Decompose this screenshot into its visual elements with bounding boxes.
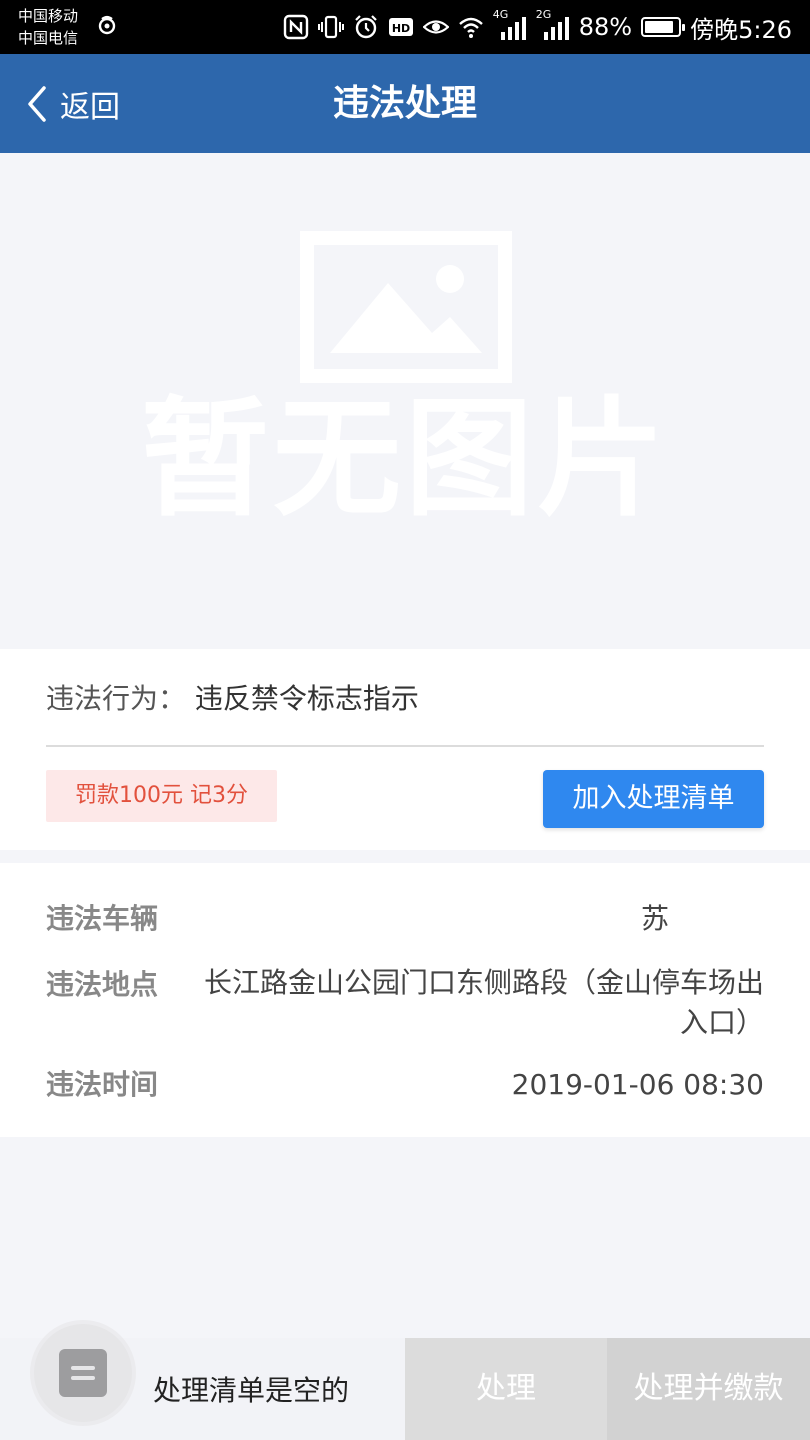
place-row: 违法地点 长江路金山公园门口东侧路段（金山停车场出入口）	[46, 963, 764, 1047]
bottom-bar: 处理清单是空的 处理 处理并缴款	[0, 1324, 810, 1440]
violation-behavior-label: 违法行为：	[46, 682, 187, 715]
nav-bar: 返回 违法处理	[0, 54, 810, 153]
process-list-status: 处理清单是空的	[153, 1374, 350, 1407]
process-list-button[interactable]	[34, 1324, 132, 1422]
time-value: 2019-01-06 08:30	[511, 1068, 764, 1101]
image-placeholder-icon	[300, 231, 512, 383]
add-to-list-button[interactable]: 加入处理清单	[543, 770, 764, 828]
place-label: 违法地点	[46, 968, 159, 1001]
violation-card: 违法行为： 违反禁令标志指示 罚款100元 记3分 加入处理清单	[0, 649, 810, 850]
status-bar: 中国移动 中国电信 HD 4G 2G 88% 傍晚5:26	[0, 0, 810, 54]
signal-4g-icon: 4G	[493, 8, 527, 40]
clock: 傍晚5:26	[690, 15, 792, 44]
list-icon	[59, 1349, 107, 1397]
vehicle-value: 苏	[640, 902, 669, 935]
battery-percent: 88%	[578, 13, 633, 41]
time-row: 违法时间 2019-01-06 08:30	[46, 1063, 764, 1107]
vehicle-row: 违法车辆 苏	[46, 897, 764, 941]
hd-icon: HD	[388, 18, 413, 36]
carrier-2: 中国电信	[18, 29, 79, 47]
carrier-info: 中国移动 中国电信	[18, 5, 78, 49]
battery-fill	[645, 21, 674, 33]
place-value: 长江路金山公园门口东侧路段（金山停车场出入口）	[203, 966, 764, 1039]
violation-behavior: 违法行为： 违反禁令标志指示	[46, 677, 419, 721]
nfc-icon	[283, 14, 308, 40]
carrier-1: 中国移动	[18, 7, 79, 25]
process-button[interactable]: 处理	[405, 1338, 607, 1440]
eye-comfort-icon	[422, 20, 449, 34]
page-title: 违法处理	[332, 83, 477, 124]
divider	[46, 745, 764, 747]
signal-2g-icon: 2G	[536, 8, 570, 40]
violation-behavior-value: 违反禁令标志指示	[194, 682, 419, 715]
wifi-icon	[458, 17, 483, 38]
violation-image[interactable]: 暂无图片	[0, 153, 810, 648]
vehicle-label: 违法车辆	[46, 902, 159, 935]
weibo-notification-icon	[98, 15, 116, 35]
time-label: 违法时间	[46, 1068, 159, 1101]
vibrate-icon	[317, 15, 344, 39]
details-card: 违法车辆 苏 违法地点 长江路金山公园门口东侧路段（金山停车场出入口） 违法时间…	[0, 863, 810, 1137]
status-icons: HD 4G 2G 88% 傍晚5:26	[283, 8, 792, 44]
process-and-pay-button[interactable]: 处理并缴款	[607, 1338, 810, 1440]
battery-icon	[641, 17, 686, 37]
alarm-icon	[354, 15, 377, 39]
penalty-badge: 罚款100元 记3分	[46, 770, 277, 822]
svg-text:HD: HD	[392, 22, 410, 35]
no-image-text: 暂无图片	[140, 385, 669, 534]
